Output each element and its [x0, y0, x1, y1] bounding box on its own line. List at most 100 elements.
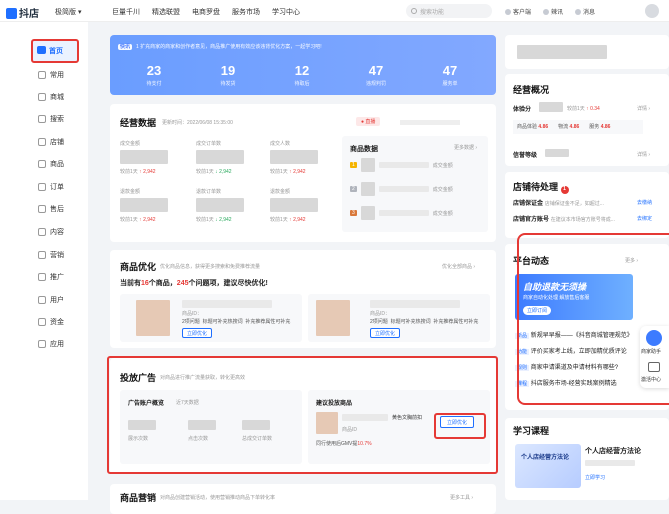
marketing-card: 商品营销 对商品创建营销活动，使用营销推动商品下单转化率 更多工具 ›	[110, 484, 496, 514]
nav-learning[interactable]: 学习中心	[272, 7, 300, 17]
sidebar-item-funds[interactable]: 资金	[38, 317, 64, 327]
course-thumbnail[interactable]: 个人店经营方法论	[515, 444, 581, 488]
logo-icon	[6, 8, 17, 19]
todo-banner: 快讯 1 扩充商家的商家和创作者意见，商品推广使用有效应该违背优化方案，一起学习吧…	[110, 35, 496, 95]
sidebar-item-promotion[interactable]: 推广	[38, 272, 64, 282]
score-label: 体验分	[513, 107, 532, 113]
search-icon	[38, 115, 46, 123]
apps-icon	[38, 340, 46, 348]
sidebar-item-store[interactable]: 店铺	[38, 137, 64, 147]
shop-todo-card: 店铺待处理 1 店铺保证金 店铺保证金不足，如超过... 去缴纳 店铺官方账号 …	[505, 172, 669, 238]
metric-refund-amount-2[interactable]: 退款金额 较前1天 ↑ 2,942	[270, 188, 318, 223]
metric-buyers[interactable]: 成交人数 较前1天 ↑ 2,942	[270, 140, 318, 175]
stat-pending-ship[interactable]: 19 待发货	[208, 63, 248, 87]
search-icon	[411, 8, 417, 14]
stat-pending-pay[interactable]: 23 待支付	[134, 63, 174, 87]
overview-detail-link[interactable]: 详情 ›	[637, 105, 650, 112]
chat-button[interactable]: 辣讯	[543, 7, 563, 16]
shop-todo-official-account: 店铺官方账号 在建议本市场官方账号将成...	[513, 217, 615, 223]
metric-gmv[interactable]: 成交金额 较前1天 ↑ 2,942	[120, 140, 168, 175]
optimize-button-1[interactable]: 立即优化	[182, 328, 212, 338]
store-icon	[38, 138, 46, 146]
star-icon	[38, 71, 46, 79]
shop-todo-deposit: 店铺保证金 店铺保证金不足，如超过...	[513, 201, 604, 207]
sidebar-item-common[interactable]: 常用	[38, 70, 64, 80]
chat-icon	[543, 9, 550, 15]
pay-deposit-link[interactable]: 去缴纳	[637, 199, 652, 206]
optimize-title: 商品优化	[120, 262, 157, 272]
overview-title: 经营概况	[513, 85, 550, 95]
store-info-card	[505, 35, 669, 69]
product-data-title: 商品数据	[350, 146, 378, 153]
sidebar-item-marketing[interactable]: 营销	[38, 250, 64, 260]
metric-refund-orders[interactable]: 退款订单数 较前1天 ↓ 2,942	[196, 188, 244, 223]
product-data-panel: 商品数据 更多数据 › 1 成交金额 2 成交金额 3 成交金额	[342, 136, 488, 232]
content-icon	[38, 228, 46, 236]
promotion-icon	[38, 273, 46, 281]
sidebar-item-mall[interactable]: 商城	[38, 92, 64, 102]
sidebar-item-content[interactable]: 内容	[38, 227, 64, 237]
stat-pending-pickup[interactable]: 12 待取后	[282, 63, 322, 87]
sidebar-item-orders[interactable]: 订单	[38, 182, 64, 192]
product-icon	[38, 160, 46, 168]
nav-compass[interactable]: 电商罗盘	[192, 7, 220, 17]
aftersales-icon	[38, 205, 46, 213]
assistant-button[interactable]: 商家助手	[641, 348, 661, 355]
metric-orders[interactable]: 成交订单数 较前1天 ↓ 2,942	[196, 140, 244, 175]
sidebar-item-products[interactable]: 商品	[38, 159, 64, 169]
highlight-ads-button	[434, 413, 486, 439]
robot-icon	[646, 330, 662, 346]
feedback-button[interactable]: 激活中心	[641, 376, 661, 383]
optimize-item-1: 商品ID： 2项问题 标题可补充热搜词 补充推荐属性可补充 立即优化	[120, 294, 302, 342]
sidebar-item-home[interactable]: 首页	[37, 46, 63, 56]
optimize-headline: 当前有16个商品，245个问题项，建议尽快优化!	[120, 280, 268, 287]
product-more-link[interactable]: 更多数据 ›	[454, 144, 477, 151]
bind-account-link[interactable]: 去绑定	[637, 215, 652, 222]
floating-assistant: 商家助手 激活中心	[640, 326, 669, 388]
nav-service-market[interactable]: 服务市场	[232, 7, 260, 17]
sidebar-item-aftersales[interactable]: 售后	[38, 204, 64, 214]
product-rank-2[interactable]: 2 成交金额	[350, 182, 453, 196]
optimize-button-2[interactable]: 立即优化	[370, 328, 400, 338]
overview-card: 经营概况 体验分 较前1天 ↑ 0.34 详情 › 商品体验 4.86 物流 4…	[505, 74, 669, 166]
stat-violations[interactable]: 47 违规判罚	[356, 63, 396, 87]
course-link[interactable]: 立即学习	[585, 474, 605, 481]
optimize-desc: 优化商品信息，获得更多搜索和免费推荐流量	[160, 264, 261, 270]
announcement[interactable]: 快讯 1 扩充商家的商家和创作者意见，商品推广使用有效应该违背优化方案，一起学习吧…	[118, 43, 322, 50]
shop-todo-title: 店铺待处理 1	[513, 180, 569, 194]
live-tag[interactable]: ● 直播	[356, 117, 381, 126]
top-right-tools: 客户端 辣讯 消息	[505, 7, 595, 16]
avatar[interactable]	[645, 4, 659, 18]
bell-icon	[575, 9, 582, 15]
stat-service-orders[interactable]: 47 服务单	[430, 63, 470, 87]
logo[interactable]: 抖店	[6, 5, 39, 20]
top-nav: 巨量千川 精选联盟 电商罗盘 服务市场 学习中心	[112, 7, 300, 17]
search-input[interactable]: 搜索功能	[406, 4, 492, 18]
desktop-icon	[505, 9, 511, 15]
order-icon	[38, 183, 46, 191]
optimize-all-link[interactable]: 优化全部商品 ›	[442, 263, 475, 270]
message-button[interactable]: 消息	[575, 7, 595, 16]
learning-title: 学习课程	[513, 426, 550, 436]
credit-detail-link[interactable]: 详情 ›	[637, 151, 650, 158]
sidebar-item-search[interactable]: 搜索	[38, 114, 64, 124]
product-rank-1[interactable]: 1 成交金额	[350, 158, 453, 172]
mall-icon	[38, 93, 46, 101]
sub-scores: 商品体验 4.86 物流 4.86 服务 4.86	[513, 120, 643, 134]
marketing-title: 商品营销	[120, 493, 157, 503]
business-title: 经营数据	[120, 118, 157, 128]
metric-refund-amount[interactable]: 退款金额 较前1天 ↑ 2,942	[120, 188, 168, 223]
nav-qianchuan[interactable]: 巨量千川	[112, 7, 140, 17]
course-title[interactable]: 个人店经营方法论	[585, 446, 641, 456]
edition-switch[interactable]: 极简版 ▾	[55, 7, 81, 17]
sidebar-item-apps[interactable]: 应用	[38, 339, 64, 349]
client-button[interactable]: 客户端	[505, 7, 531, 16]
wallet-icon	[38, 318, 46, 326]
score-change: 较前1天 ↑ 0.34	[567, 106, 600, 112]
sidebar-item-users[interactable]: 用户	[38, 295, 64, 305]
marketing-icon	[38, 251, 46, 259]
business-data-card: 经营数据 更新时间：2022/06/08 15:35:00 ● 直播 成交金额 …	[110, 104, 496, 242]
feedback-icon	[648, 362, 660, 372]
product-rank-3[interactable]: 3 成交金额	[350, 206, 453, 220]
nav-alliance[interactable]: 精选联盟	[152, 7, 180, 17]
